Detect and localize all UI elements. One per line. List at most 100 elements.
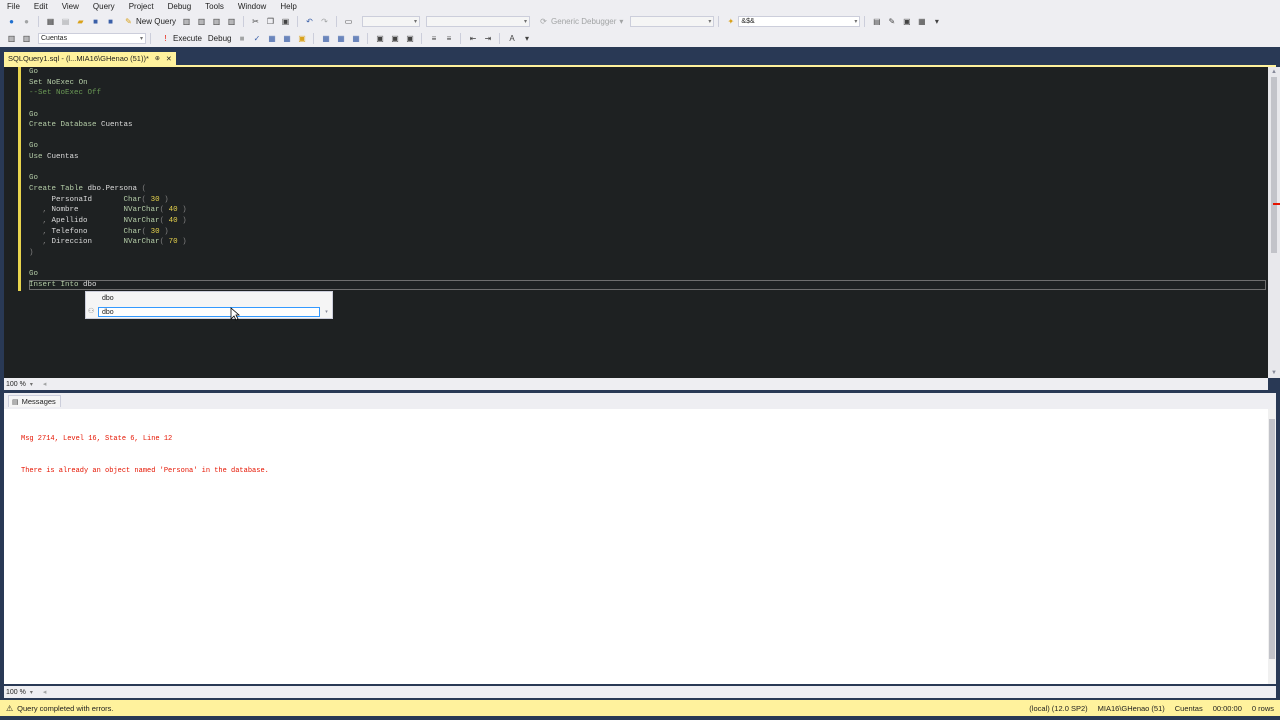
results-to-grid-icon[interactable]: ▣ [389,33,400,44]
navigate-icon[interactable]: ▭ [343,16,354,27]
chevron-down-icon: ▾ [29,689,33,696]
analysis-query-icon[interactable]: ▥ [196,16,207,27]
scroll-down-icon[interactable]: ▼ [1268,368,1280,378]
close-icon[interactable]: ✕ [166,55,172,63]
mouse-cursor-icon [230,307,240,321]
window-bottom-edge [0,716,1280,720]
debug-button[interactable]: Debug [208,34,232,43]
completion-item[interactable]: dbo [102,295,114,302]
connect-icon[interactable]: ▥ [6,33,17,44]
query-editor[interactable]: Go Set NoExec On --Set NoExec Off Go Create… [4,67,1268,378]
intellisense-icon[interactable]: ▣ [296,33,307,44]
solution-config-dropdown[interactable]: ▾ [362,16,421,27]
menu-tools[interactable]: Tools [198,0,231,13]
toolbox-icon[interactable]: ▣ [901,16,912,27]
save-all-icon[interactable]: ■ [105,16,116,27]
scroll-up-icon[interactable]: ▲ [1268,67,1280,77]
scrollbar-thumb[interactable] [1271,77,1277,253]
messages-zoom-bar: 100 % ▾ ◂ [4,686,1276,698]
layout-icon[interactable]: ▦ [916,16,927,27]
code-line: Create Table dbo.Persona ( [29,185,147,194]
popup-scroll-icon[interactable]: ▾ [322,307,331,317]
paste-icon[interactable]: ▣ [280,16,291,27]
document-well: SQLQuery1.sql - (l...MIA16\GHenao (51))*… [0,47,1280,700]
error-marker [1273,203,1280,205]
messages-zoom-dropdown[interactable]: 100 % ▾ [6,689,33,696]
messages-pane[interactable]: Msg 2714, Level 16, State 6, Line 12 The… [4,409,1268,684]
menu-debug[interactable]: Debug [161,0,199,13]
results-to-file-icon[interactable]: ▣ [404,33,415,44]
new-project-icon[interactable]: ▦ [45,16,56,27]
save-icon[interactable]: ■ [90,16,101,27]
redo-icon[interactable]: ↷ [319,16,330,27]
new-query-button[interactable]: ✎ New Query [121,16,176,27]
decrease-indent-icon[interactable]: ⇤ [467,33,478,44]
new-query-label: New Query [136,17,177,26]
menu-query[interactable]: Query [86,0,122,13]
add-item-icon[interactable]: ▤ [60,16,71,27]
toolbar-options-icon[interactable]: ▾ [931,16,942,27]
editor-zoom-dropdown[interactable]: 100 % ▾ [6,381,33,388]
mdx-query-icon[interactable]: ▥ [211,16,222,27]
menu-help[interactable]: Help [273,0,303,13]
toolbar-separator [367,33,369,44]
parse-icon[interactable]: ✓ [251,33,262,44]
intellisense-popup[interactable]: dbo ⚇ dbo ▾ [85,291,333,319]
specify-values-icon[interactable]: A [506,33,517,44]
query-designer-icon[interactable]: ▦ [281,33,292,44]
back-icon[interactable]: ● [6,16,17,27]
messages-tab-label: Messages [21,397,56,406]
uncomment-icon[interactable]: ≡ [443,33,454,44]
tab-messages[interactable]: ▤ Messages [8,395,61,407]
forward-icon[interactable]: ● [21,16,32,27]
find-input[interactable]: &$& ▾ [738,16,861,27]
code-line: Insert Into dbo [29,280,97,289]
status-bar: ⚠ Query completed with errors. (local) (… [0,700,1280,716]
scroll-left-icon[interactable]: ◂ [43,380,47,388]
database-engine-query-icon[interactable]: ▥ [181,16,192,27]
menu-window[interactable]: Window [231,0,273,13]
completion-input-row[interactable]: dbo [98,307,320,317]
available-databases-dropdown[interactable]: Cuentas ▾ [38,33,146,44]
open-file-icon[interactable]: ▰ [75,16,86,27]
editor-vertical-scrollbar[interactable]: ▲ ▼ [1268,67,1280,378]
display-plan-icon[interactable]: ▦ [266,33,277,44]
scroll-left-icon[interactable]: ◂ [43,688,47,696]
wrench-icon[interactable]: ✎ [886,16,897,27]
menu-project[interactable]: Project [122,0,161,13]
results-to-text-icon[interactable]: ▣ [374,33,385,44]
code-lines[interactable]: Go Set NoExec On --Set NoExec Off Go Create… [29,67,187,290]
undo-icon[interactable]: ↶ [304,16,315,27]
copy-icon[interactable]: ❐ [265,16,276,27]
status-message: Query completed with errors. [17,703,114,713]
chevron-down-icon: ▾ [619,17,624,26]
completion-item-selected[interactable]: dbo [102,308,114,317]
include-plan-icon[interactable]: ▦ [320,33,331,44]
scrollbar-thumb[interactable] [1269,419,1275,659]
client-stats-icon[interactable]: ▦ [350,33,361,44]
menu-view[interactable]: View [55,0,86,13]
change-connection-icon[interactable]: ▥ [21,33,32,44]
debug-target-dropdown[interactable]: ▾ [630,16,715,27]
find-icon[interactable]: ✦ [725,16,736,27]
execute-button[interactable]: ! Execute [158,33,202,44]
live-stats-icon[interactable]: ▦ [335,33,346,44]
messages-vertical-scrollbar[interactable] [1268,409,1276,684]
status-server: (local) (12.0 SP2) [1029,703,1088,713]
menu-edit[interactable]: Edit [27,0,55,13]
menu-file[interactable]: File [0,0,27,13]
start-debugger-button[interactable]: ⟳ Generic Debugger ▾ [536,16,623,27]
increase-indent-icon[interactable]: ⇥ [482,33,493,44]
menu-bar: File Edit View Query Project Debug Tools… [0,0,1280,13]
results-tab-bar: ▤ Messages [4,393,1276,409]
platform-dropdown[interactable]: ▾ [426,16,531,27]
tab-sqlquery1[interactable]: SQLQuery1.sql - (l...MIA16\GHenao (51))*… [4,52,176,65]
pin-icon[interactable]: ⊕ [155,55,160,62]
comment-icon[interactable]: ≡ [428,33,439,44]
cancel-query-icon[interactable]: ■ [236,33,247,44]
cut-icon[interactable]: ✂ [250,16,261,27]
dmx-query-icon[interactable]: ▥ [226,16,237,27]
properties-icon[interactable]: ▤ [871,16,882,27]
toolbar-options-icon[interactable]: ▾ [521,33,532,44]
